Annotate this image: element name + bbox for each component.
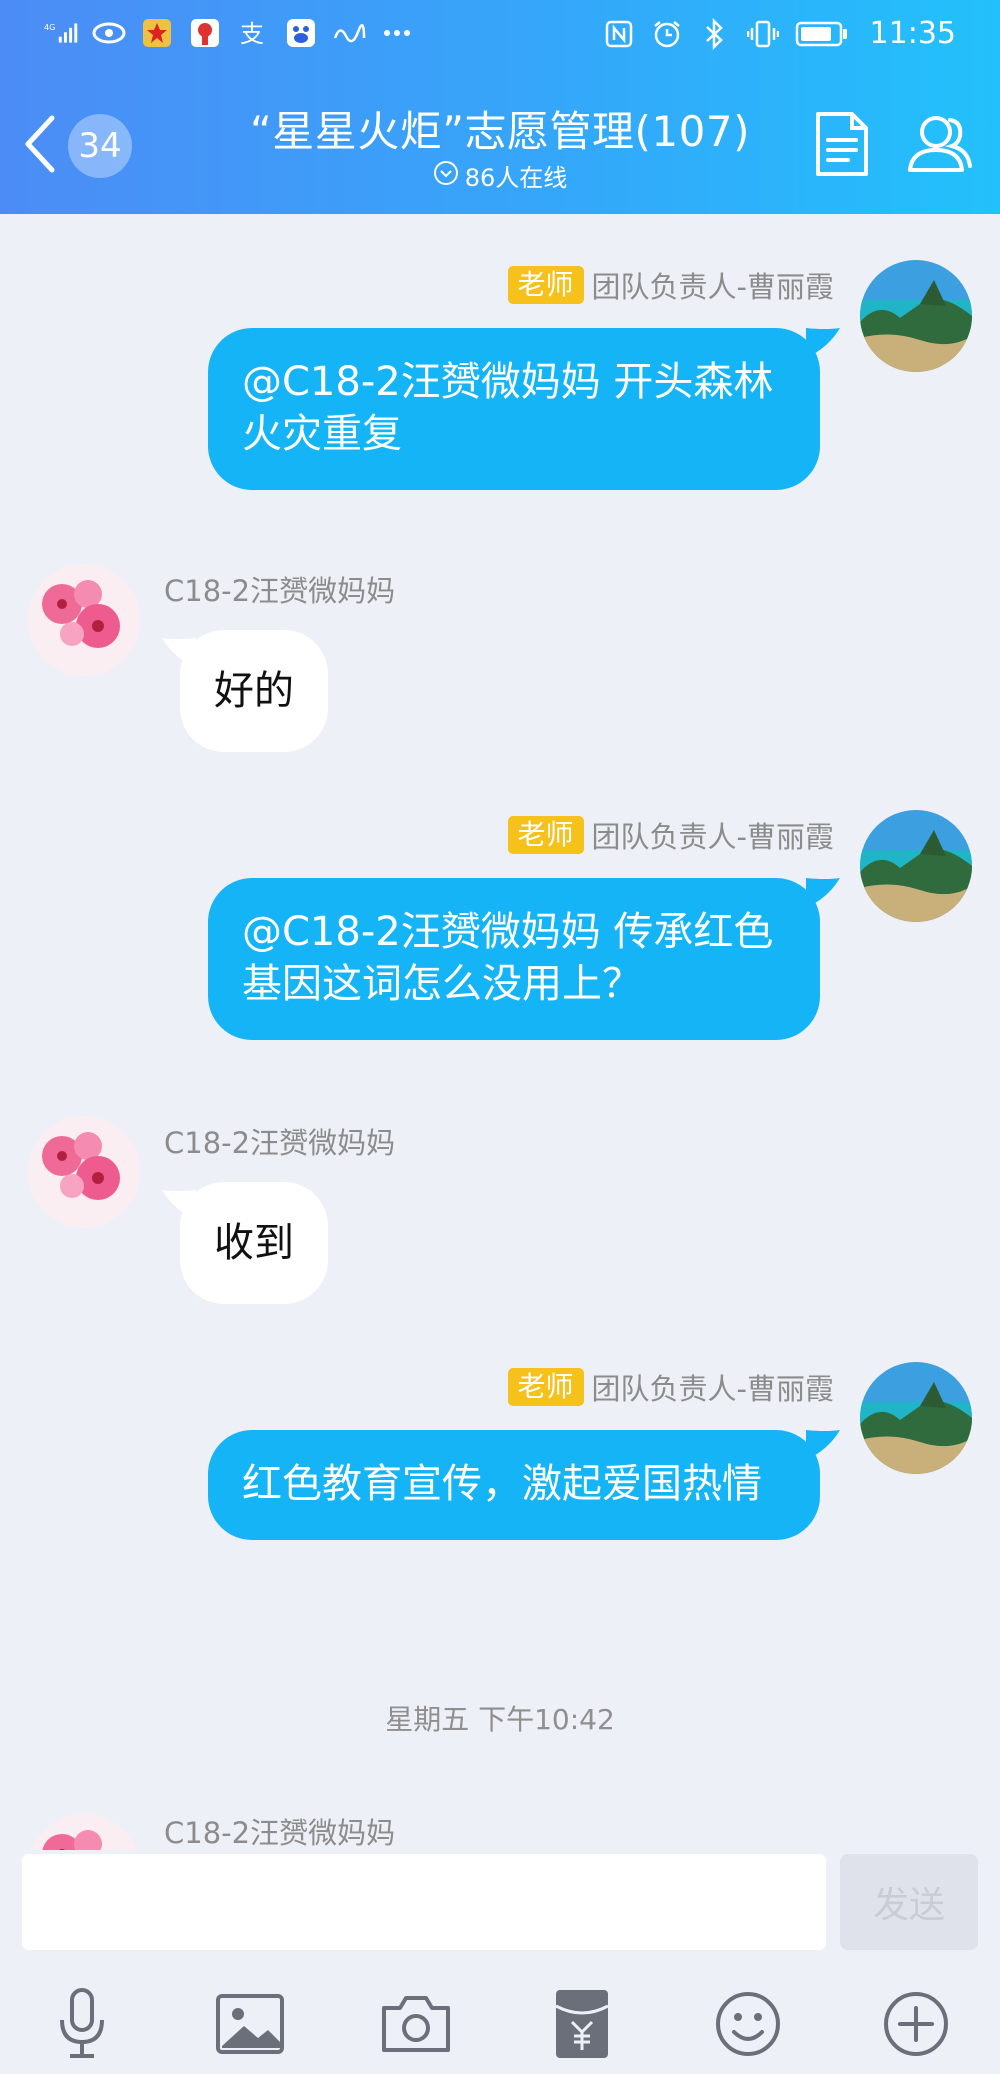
eye-icon	[92, 16, 126, 50]
message-bubble[interactable]: @C18-2汪赟微妈妈 传承红色基因这词怎么没用上？	[208, 878, 820, 1040]
image-icon[interactable]	[210, 1984, 290, 2064]
avatar[interactable]	[28, 564, 140, 676]
baidu-icon	[284, 16, 318, 50]
bluetooth-icon	[698, 17, 732, 51]
microphone-icon[interactable]	[42, 1984, 122, 2064]
sender-name: 团队负责人-曹丽霞	[591, 820, 834, 854]
teacher-badge: 老师	[507, 266, 584, 304]
message-item: C18-2汪赟微妈妈	[0, 1754, 1000, 1850]
send-button[interactable]: 发送	[840, 1854, 978, 1950]
message-input[interactable]	[22, 1854, 826, 1950]
sender-name: 团队负责人-曹丽霞	[591, 270, 834, 304]
message-item: 老师 团队负责人-曹丽霞 @C18-2汪赟微妈妈 开头森林火灾重复	[0, 214, 1000, 514]
message-item: 老师 团队负责人-曹丽霞 @C18-2汪赟微妈妈 传承红色基因这词怎么没用上？	[0, 764, 1000, 1064]
input-toolbar	[0, 1984, 1000, 2064]
app-script-icon	[332, 16, 366, 50]
members-icon	[908, 116, 972, 172]
nfc-icon	[602, 17, 636, 51]
emoji-icon[interactable]	[708, 1984, 788, 2064]
vibrate-icon	[746, 17, 780, 51]
avatar[interactable]	[28, 1814, 140, 1850]
clock: 11:35	[869, 16, 956, 51]
app-star-icon	[140, 16, 174, 50]
message-item: C18-2汪赟微妈妈 收到	[0, 1066, 1000, 1316]
message-bubble[interactable]: 好的	[180, 630, 328, 752]
message-bubble[interactable]: 红色教育宣传，激起爱国热情	[208, 1430, 820, 1540]
input-bar: 发送	[0, 1850, 1000, 2074]
svg-text:4G: 4G	[44, 22, 55, 32]
group-files-button[interactable]	[806, 108, 878, 180]
sender-name: C18-2汪赟微妈妈	[164, 574, 396, 608]
chat-header: 4G 支 11:35 34 “星星火炬”志愿管理(107) 86人在线	[0, 0, 1000, 214]
status-bar: 4G 支 11:35	[0, 0, 1000, 72]
battery-icon	[794, 17, 850, 51]
avatar[interactable]	[860, 1362, 972, 1474]
app-medal-icon	[188, 16, 222, 50]
message-item: C18-2汪赟微妈妈 好的	[0, 514, 1000, 764]
chevron-down-icon	[433, 160, 459, 192]
red-packet-icon[interactable]	[542, 1984, 622, 2064]
sender-name: C18-2汪赟微妈妈	[164, 1126, 396, 1160]
sender-name: C18-2汪赟微妈妈	[164, 1816, 396, 1850]
message-bubble[interactable]: 收到	[180, 1182, 328, 1304]
alipay-icon: 支	[236, 16, 270, 50]
document-icon	[816, 112, 868, 176]
group-members-button[interactable]	[904, 108, 976, 180]
teacher-badge: 老师	[507, 816, 584, 854]
online-count: 86人在线	[464, 164, 568, 192]
avatar[interactable]	[860, 810, 972, 922]
svg-text:支: 支	[240, 20, 264, 48]
plus-icon[interactable]	[876, 1984, 956, 2064]
message-bubble[interactable]: @C18-2汪赟微妈妈 开头森林火灾重复	[208, 328, 820, 490]
avatar[interactable]	[28, 1116, 140, 1228]
message-item: 老师 团队负责人-曹丽霞 红色教育宣传，激起爱国热情	[0, 1316, 1000, 1616]
avatar[interactable]	[860, 260, 972, 372]
message-list[interactable]: 老师 团队负责人-曹丽霞 @C18-2汪赟微妈妈 开头森林火灾重复 C18-2汪…	[0, 214, 1000, 1850]
message-timestamp: 星期五 下午10:42	[385, 1703, 615, 1736]
camera-icon[interactable]	[376, 1984, 456, 2064]
teacher-badge: 老师	[507, 1368, 584, 1406]
more-notifications-icon	[380, 16, 414, 50]
signal-icon: 4G	[44, 16, 78, 50]
sender-name: 团队负责人-曹丽霞	[591, 1372, 834, 1406]
alarm-icon	[650, 17, 684, 51]
